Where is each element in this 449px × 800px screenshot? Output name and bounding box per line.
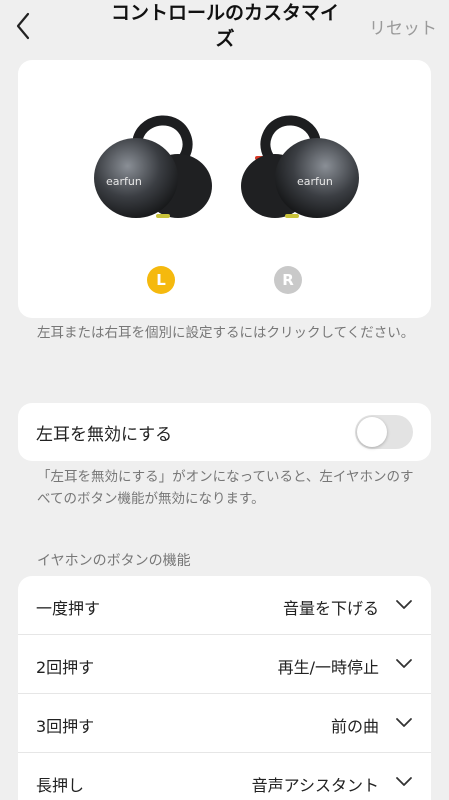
chevron-down-icon: [396, 600, 412, 609]
svg-text:earfun: earfun: [106, 175, 142, 188]
reset-button[interactable]: リセット: [369, 14, 437, 39]
toggle-knob: [357, 417, 387, 447]
right-earbud[interactable]: earfun: [233, 110, 363, 234]
disable-left-ear-toggle[interactable]: [355, 415, 413, 449]
chevron-down-icon: [396, 718, 412, 727]
chevron-down-icon: [396, 659, 412, 668]
action-value: 音量を下げる: [282, 599, 379, 618]
gesture-label: 長押し: [36, 776, 85, 795]
action-value: 音声アシスタント: [251, 776, 379, 795]
action-value: 前の曲: [330, 717, 379, 736]
chevron-left-icon: [16, 12, 30, 40]
chevron-down-icon: [396, 777, 412, 786]
page-title: コントロールのカスタマイズ: [110, 2, 339, 50]
control-row-single-press[interactable]: 一度押す 音量を下げる: [18, 576, 431, 635]
left-ear-selector[interactable]: L: [147, 266, 175, 294]
gesture-label: 一度押す: [36, 599, 101, 618]
right-earbud-image: earfun: [241, 115, 359, 218]
control-row-triple-press[interactable]: 3回押す 前の曲: [18, 694, 431, 753]
disable-left-ear-label: 左耳を無効にする: [36, 425, 173, 445]
gesture-label: 3回押す: [36, 717, 95, 736]
disable-left-ear-row: 左耳を無効にする: [18, 403, 431, 461]
svg-text:earfun: earfun: [297, 175, 333, 188]
control-row-double-press[interactable]: 2回押す 再生/一時停止: [18, 635, 431, 694]
gesture-label: 2回押す: [36, 658, 95, 677]
navigation-bar: コントロールのカスタマイズ リセット: [0, 0, 449, 56]
action-value: 再生/一時停止: [277, 658, 379, 677]
earbuds-card: earfun earfun L R: [18, 60, 431, 318]
disable-note: 「左耳を無効にする」がオンになっていると、左イヤホンのすべてのボタン機能が無効に…: [37, 469, 414, 507]
section-title: イヤホンのボタンの機能: [37, 553, 191, 569]
back-button[interactable]: [10, 10, 38, 42]
right-ear-selector[interactable]: R: [274, 266, 302, 294]
left-earbud-image: earfun: [94, 115, 212, 218]
control-row-long-press[interactable]: 長押し 音声アシスタント: [18, 753, 431, 800]
controls-list: 一度押す 音量を下げる 2回押す 再生/一時停止 3回押す 前の曲 長押し 音声…: [18, 576, 431, 800]
select-ear-hint: 左耳または右耳を個別に設定するにはクリックしてください。: [37, 325, 415, 341]
left-earbud[interactable]: earfun: [90, 110, 220, 234]
